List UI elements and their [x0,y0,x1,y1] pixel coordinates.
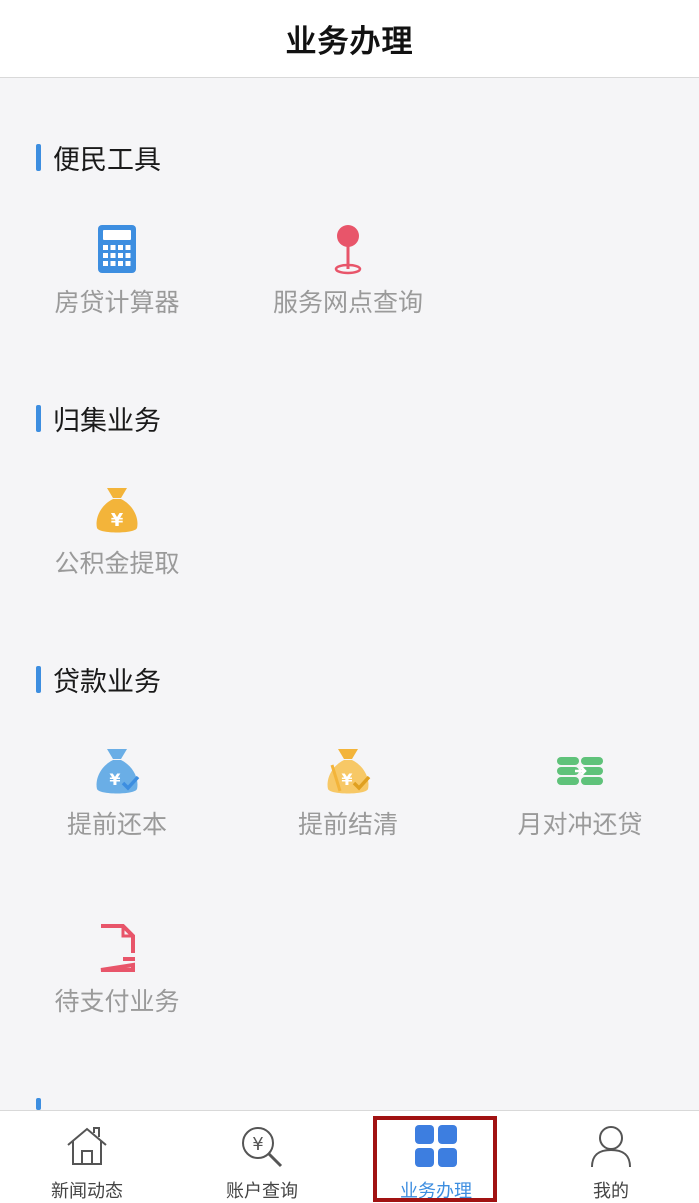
section-accent-bar [36,1098,41,1110]
tab-news[interactable]: 新闻动态 [0,1111,174,1203]
top-bar: 业务办理 [0,0,699,78]
grid-icon [411,1121,461,1171]
section-title: 便民工具 [53,145,161,176]
section-title: 贷款业务 [53,667,161,698]
money-bag-check-icon: ¥ [91,745,143,797]
tab-label: 业务办理 [400,1181,472,1202]
section-title: 归集业务 [53,406,161,437]
service-outlet-query-tile[interactable]: 服务网点查询 [258,223,438,319]
home-icon [62,1121,112,1171]
tab-account-query[interactable]: ¥ 账户查询 [175,1111,349,1203]
user-icon [586,1121,636,1171]
tile-label: 公积金提取 [54,549,180,578]
tile-label: 服务网点查询 [272,288,423,317]
coin-stack-icon [554,745,606,797]
early-settlement-tile[interactable]: ¥ 提前结清 [258,745,438,841]
monthly-offset-repayment-tile[interactable]: 月对冲还贷 [490,745,670,841]
provident-fund-withdrawal-tile[interactable]: ¥ 公积金提取 [27,484,207,580]
tab-label: 账户查询 [226,1181,298,1202]
tile-label: 房贷计算器 [54,288,180,317]
tile-label: 月对冲还贷 [517,810,643,839]
tab-business-handling[interactable]: 业务办理 [349,1111,523,1203]
section-header-loan-business: 贷款业务 [36,660,161,699]
calculator-icon [91,223,143,275]
section-header-next [36,1098,41,1110]
svg-text:¥: ¥ [111,510,124,531]
mortgage-calculator-tile[interactable]: 房贷计算器 [27,223,207,319]
money-bag-settle-icon: ¥ [322,745,374,797]
page-title: 业务办理 [285,24,414,60]
tile-label: 提前还本 [66,810,167,839]
tile-label: 待支付业务 [54,987,180,1016]
svg-text:¥: ¥ [341,770,352,789]
pending-document-icon [91,922,143,974]
section-accent-bar [36,666,41,693]
money-bag-icon: ¥ [91,484,143,536]
bottom-tab-bar: 新闻动态 ¥ 账户查询 业务办理 我的 [0,1110,699,1203]
tab-mine[interactable]: 我的 [524,1111,698,1203]
svg-text:¥: ¥ [109,770,120,789]
tab-label: 我的 [593,1181,629,1202]
section-accent-bar [36,405,41,432]
location-pin-icon [322,223,374,275]
tab-label: 新闻动态 [51,1181,123,1202]
pending-payment-business-tile[interactable]: 待支付业务 [27,922,207,1018]
early-principal-repayment-tile[interactable]: ¥ 提前还本 [27,745,207,841]
svg-text:¥: ¥ [252,1134,263,1155]
section-accent-bar [36,144,41,171]
yen-search-icon: ¥ [237,1121,287,1171]
section-header-collection-business: 归集业务 [36,399,161,438]
section-header-convenience-tools: 便民工具 [36,138,161,177]
tile-label: 提前结清 [297,810,398,839]
